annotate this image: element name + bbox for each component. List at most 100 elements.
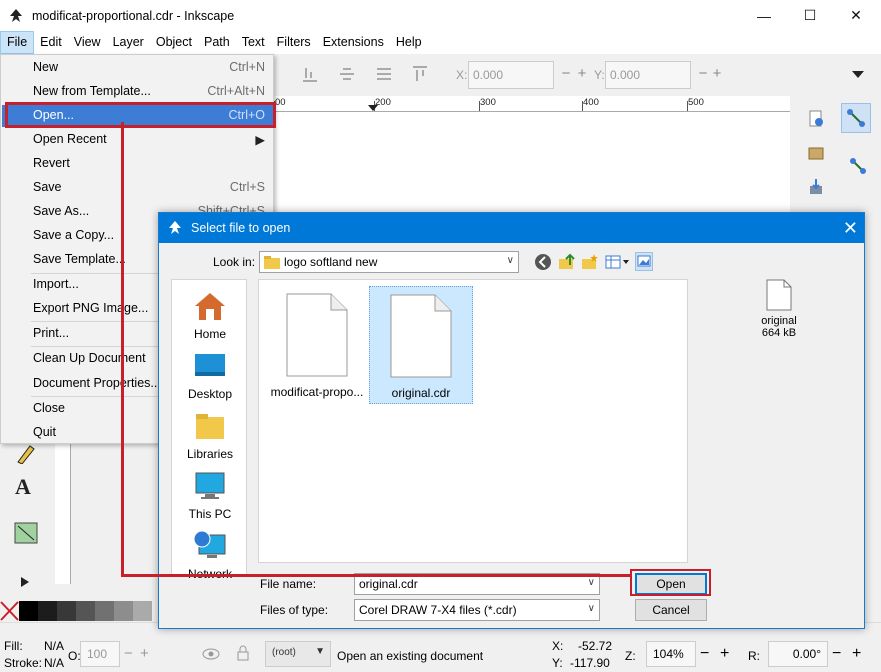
- snap-icon: [847, 109, 865, 127]
- menu-object[interactable]: Object: [150, 31, 198, 54]
- new-folder-icon[interactable]: [581, 253, 599, 271]
- view-menu-icon[interactable]: [605, 253, 631, 271]
- document-icon: [390, 294, 452, 378]
- no-paint-swatch-icon[interactable]: [0, 601, 19, 621]
- align-center-icon[interactable]: [374, 64, 394, 84]
- palette-swatch[interactable]: [38, 601, 57, 621]
- toolbox-more-icon[interactable]: [20, 576, 30, 588]
- lock-icon[interactable]: [236, 645, 250, 661]
- fill-label: Fill:: [4, 639, 23, 653]
- align-top-icon[interactable]: [410, 64, 430, 84]
- maximize-button[interactable]: ☐: [787, 0, 833, 31]
- palette-swatch[interactable]: [133, 601, 152, 621]
- snap-nodes-icon[interactable]: [848, 156, 868, 176]
- fill-value[interactable]: N/A: [44, 639, 64, 653]
- menu-item-open-recent[interactable]: Open Recent ▶: [2, 129, 273, 151]
- menu-edit[interactable]: Edit: [34, 31, 68, 54]
- svg-text:A: A: [15, 474, 31, 498]
- y-input[interactable]: 0.000: [605, 61, 691, 89]
- cancel-button[interactable]: Cancel: [635, 599, 707, 621]
- menu-path[interactable]: Path: [198, 31, 236, 54]
- palette-swatch[interactable]: [95, 601, 114, 621]
- place-home[interactable]: Home: [172, 286, 248, 344]
- file-type-dropdown[interactable]: Corel DRAW 7-X4 files (*.cdr) ∨: [354, 599, 600, 621]
- file-item-selected[interactable]: original.cdr: [369, 286, 473, 404]
- look-in-label: Look in:: [213, 255, 256, 269]
- look-in-dropdown[interactable]: logo softland new ∨: [259, 251, 519, 273]
- preview-file-size: 664 kB: [761, 327, 797, 339]
- cursor-x-label: X:: [552, 639, 564, 653]
- open-document-icon[interactable]: [807, 144, 825, 162]
- zoom-input[interactable]: 104%: [646, 641, 696, 667]
- menu-file[interactable]: File: [0, 31, 35, 54]
- align-middle-icon[interactable]: [337, 64, 357, 84]
- menu-item-revert[interactable]: Revert: [2, 153, 273, 175]
- chevron-down-icon: ▼: [315, 646, 325, 657]
- menu-extensions[interactable]: Extensions: [317, 31, 390, 54]
- vertical-ruler: [55, 444, 71, 584]
- back-icon[interactable]: [534, 253, 552, 271]
- palette-swatch[interactable]: [19, 601, 38, 621]
- new-document-icon[interactable]: [807, 110, 825, 128]
- x-input[interactable]: 0.000: [468, 61, 554, 89]
- text-tool-icon[interactable]: A: [14, 474, 38, 498]
- ruler-label: 500: [688, 97, 704, 108]
- snap-toggle-button[interactable]: [841, 103, 871, 133]
- calligraphy-tool-icon[interactable]: [14, 444, 36, 464]
- status-message: Open an existing document: [337, 649, 484, 663]
- menu-help[interactable]: Help: [390, 31, 428, 54]
- menu-filters[interactable]: Filters: [271, 31, 317, 54]
- close-button[interactable]: ✕: [833, 0, 879, 31]
- annotation-connector-vertical: [121, 122, 124, 577]
- layer-dropdown[interactable]: (root) ▼: [265, 641, 331, 667]
- annotation-highlight-open-menu: [5, 102, 276, 128]
- file-type-label: Files of type:: [260, 603, 329, 617]
- libraries-icon: [196, 414, 224, 439]
- dialog-close-button[interactable]: ✕: [843, 218, 858, 239]
- network-icon: [193, 530, 226, 558]
- open-file-dialog: Select file to open ✕ Look in: logo soft…: [158, 212, 865, 629]
- menu-view[interactable]: View: [68, 31, 107, 54]
- rotate-increment-button[interactable]: +: [852, 645, 861, 663]
- zoom-out-button[interactable]: −: [700, 645, 709, 663]
- place-desktop[interactable]: Desktop: [172, 346, 248, 404]
- eye-icon[interactable]: [202, 647, 220, 661]
- file-name-value: original.cdr: [359, 577, 418, 591]
- opacity-input[interactable]: 100: [80, 641, 120, 667]
- menu-text[interactable]: Text: [236, 31, 271, 54]
- palette-swatch[interactable]: [76, 601, 95, 621]
- rotate-input[interactable]: 0.00°: [768, 641, 828, 667]
- dialog-titlebar: Select file to open ✕: [159, 213, 864, 243]
- rotate-decrement-button[interactable]: −: [832, 645, 841, 663]
- file-item[interactable]: modificat-propo...: [265, 286, 369, 404]
- toolbar-overflow-icon[interactable]: [851, 70, 865, 80]
- commands-bar: [795, 96, 835, 216]
- x-increment-button[interactable]: +: [573, 61, 591, 89]
- save-document-icon[interactable]: [807, 178, 825, 196]
- menu-item-save[interactable]: Save Ctrl+S: [2, 177, 273, 199]
- ruler-label: 00: [275, 97, 286, 108]
- gradient-tool-icon[interactable]: [14, 522, 38, 544]
- opacity-increment-button[interactable]: +: [140, 645, 149, 662]
- palette-swatch[interactable]: [114, 601, 133, 621]
- align-bottom-icon[interactable]: [300, 64, 320, 84]
- x-label: X:: [456, 68, 468, 82]
- zoom-label: Z:: [625, 649, 636, 663]
- ruler-label: 300: [480, 97, 496, 108]
- horizontal-ruler: 00 200 300 400 500: [274, 96, 790, 112]
- minimize-button[interactable]: —: [741, 0, 787, 31]
- palette-swatch[interactable]: [57, 601, 76, 621]
- menu-layer[interactable]: Layer: [107, 31, 150, 54]
- place-this-pc[interactable]: This PC: [172, 466, 248, 524]
- opacity-decrement-button[interactable]: −: [124, 645, 133, 662]
- menu-item-new[interactable]: New Ctrl+N: [2, 57, 273, 79]
- preview-toggle-button[interactable]: [635, 252, 653, 271]
- menu-item-new-from-template[interactable]: New from Template... Ctrl+Alt+N: [2, 81, 273, 103]
- y-increment-button[interactable]: +: [708, 61, 726, 89]
- zoom-in-button[interactable]: +: [720, 645, 729, 663]
- place-libraries[interactable]: Libraries: [172, 406, 248, 464]
- chevron-down-icon: ∨: [506, 255, 514, 266]
- up-folder-icon[interactable]: [558, 253, 576, 271]
- stroke-value[interactable]: N/A: [44, 656, 64, 670]
- ruler-label: 400: [583, 97, 599, 108]
